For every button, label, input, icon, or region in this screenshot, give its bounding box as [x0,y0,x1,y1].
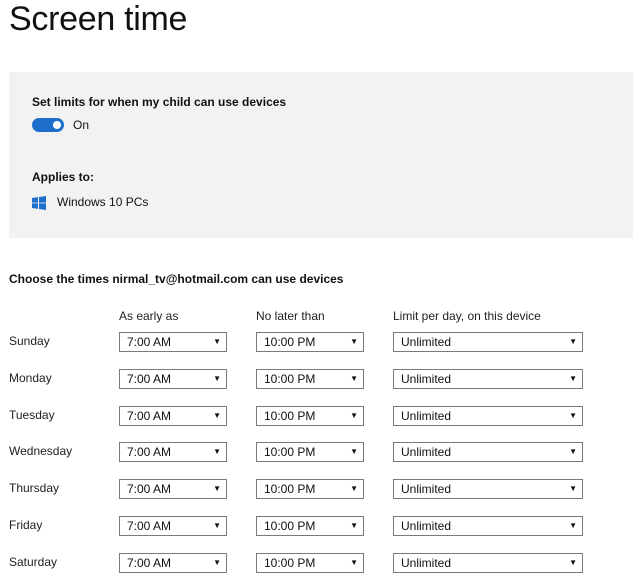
windows-logo-icon [32,196,46,210]
toggle-state-label: On [73,118,90,132]
column-header-early: As early as [119,309,179,323]
late-time-select[interactable]: 10:00 PM ▼ [256,332,364,352]
dropdown-arrow-icon: ▼ [350,558,358,567]
select-value: 7:00 AM [127,445,172,459]
dropdown-arrow-icon: ▼ [569,374,577,383]
select-value: 7:00 AM [127,335,172,349]
select-value: 7:00 AM [127,556,172,570]
early-time-select[interactable]: 7:00 AM ▼ [119,369,227,389]
daily-limit-select[interactable]: Unlimited ▼ [393,553,583,573]
late-time-select[interactable]: 10:00 PM ▼ [256,553,364,573]
early-time-select[interactable]: 7:00 AM ▼ [119,553,227,573]
daily-limit-select[interactable]: Unlimited ▼ [393,479,583,499]
limits-panel: Set limits for when my child can use dev… [9,72,633,238]
select-value: 10:00 PM [264,372,316,386]
dropdown-arrow-icon: ▼ [213,558,221,567]
daily-limit-select[interactable]: Unlimited ▼ [393,516,583,536]
limits-label: Set limits for when my child can use dev… [32,95,287,109]
select-value: 7:00 AM [127,409,172,423]
schedule-heading: Choose the times nirmal_tv@hotmail.com c… [9,272,344,286]
dropdown-arrow-icon: ▼ [569,447,577,456]
dropdown-arrow-icon: ▼ [350,374,358,383]
column-header-limit: Limit per day, on this device [393,309,541,323]
late-time-select[interactable]: 10:00 PM ▼ [256,479,364,499]
dropdown-arrow-icon: ▼ [569,411,577,420]
select-value: 10:00 PM [264,519,316,533]
select-value: Unlimited [401,556,452,570]
day-label: Wednesday [9,444,73,458]
select-value: 7:00 AM [127,482,172,496]
early-time-select[interactable]: 7:00 AM ▼ [119,479,227,499]
dropdown-arrow-icon: ▼ [213,521,221,530]
daily-limit-select[interactable]: Unlimited ▼ [393,406,583,426]
select-value: Unlimited [401,335,452,349]
select-value: 7:00 AM [127,519,172,533]
select-value: Unlimited [401,519,452,533]
applies-to-label: Applies to: [32,170,94,184]
day-label: Saturday [9,555,58,569]
dropdown-arrow-icon: ▼ [350,337,358,346]
column-header-late: No later than [256,309,325,323]
dropdown-arrow-icon: ▼ [213,374,221,383]
early-time-select[interactable]: 7:00 AM ▼ [119,516,227,536]
dropdown-arrow-icon: ▼ [569,484,577,493]
select-value: 7:00 AM [127,372,172,386]
select-value: 10:00 PM [264,335,316,349]
late-time-select[interactable]: 10:00 PM ▼ [256,406,364,426]
select-value: Unlimited [401,372,452,386]
daily-limit-select[interactable]: Unlimited ▼ [393,332,583,352]
daily-limit-select[interactable]: Unlimited ▼ [393,442,583,462]
device-name: Windows 10 PCs [57,195,149,209]
early-time-select[interactable]: 7:00 AM ▼ [119,406,227,426]
dropdown-arrow-icon: ▼ [569,337,577,346]
dropdown-arrow-icon: ▼ [569,558,577,567]
dropdown-arrow-icon: ▼ [213,411,221,420]
day-label: Thursday [9,481,60,495]
limits-toggle[interactable] [32,118,64,132]
dropdown-arrow-icon: ▼ [350,521,358,530]
dropdown-arrow-icon: ▼ [213,337,221,346]
day-label: Monday [9,371,52,385]
dropdown-arrow-icon: ▼ [569,521,577,530]
dropdown-arrow-icon: ▼ [350,484,358,493]
select-value: Unlimited [401,445,452,459]
select-value: 10:00 PM [264,556,316,570]
select-value: Unlimited [401,482,452,496]
day-label: Friday [9,518,43,532]
late-time-select[interactable]: 10:00 PM ▼ [256,442,364,462]
early-time-select[interactable]: 7:00 AM ▼ [119,332,227,352]
dropdown-arrow-icon: ▼ [350,411,358,420]
dropdown-arrow-icon: ▼ [213,447,221,456]
select-value: 10:00 PM [264,409,316,423]
day-label: Sunday [9,334,50,348]
day-label: Tuesday [9,408,55,422]
dropdown-arrow-icon: ▼ [350,447,358,456]
page-title: Screen time [9,0,188,38]
late-time-select[interactable]: 10:00 PM ▼ [256,516,364,536]
select-value: 10:00 PM [264,482,316,496]
early-time-select[interactable]: 7:00 AM ▼ [119,442,227,462]
late-time-select[interactable]: 10:00 PM ▼ [256,369,364,389]
dropdown-arrow-icon: ▼ [213,484,221,493]
daily-limit-select[interactable]: Unlimited ▼ [393,369,583,389]
toggle-knob [53,121,61,129]
select-value: Unlimited [401,409,452,423]
select-value: 10:00 PM [264,445,316,459]
